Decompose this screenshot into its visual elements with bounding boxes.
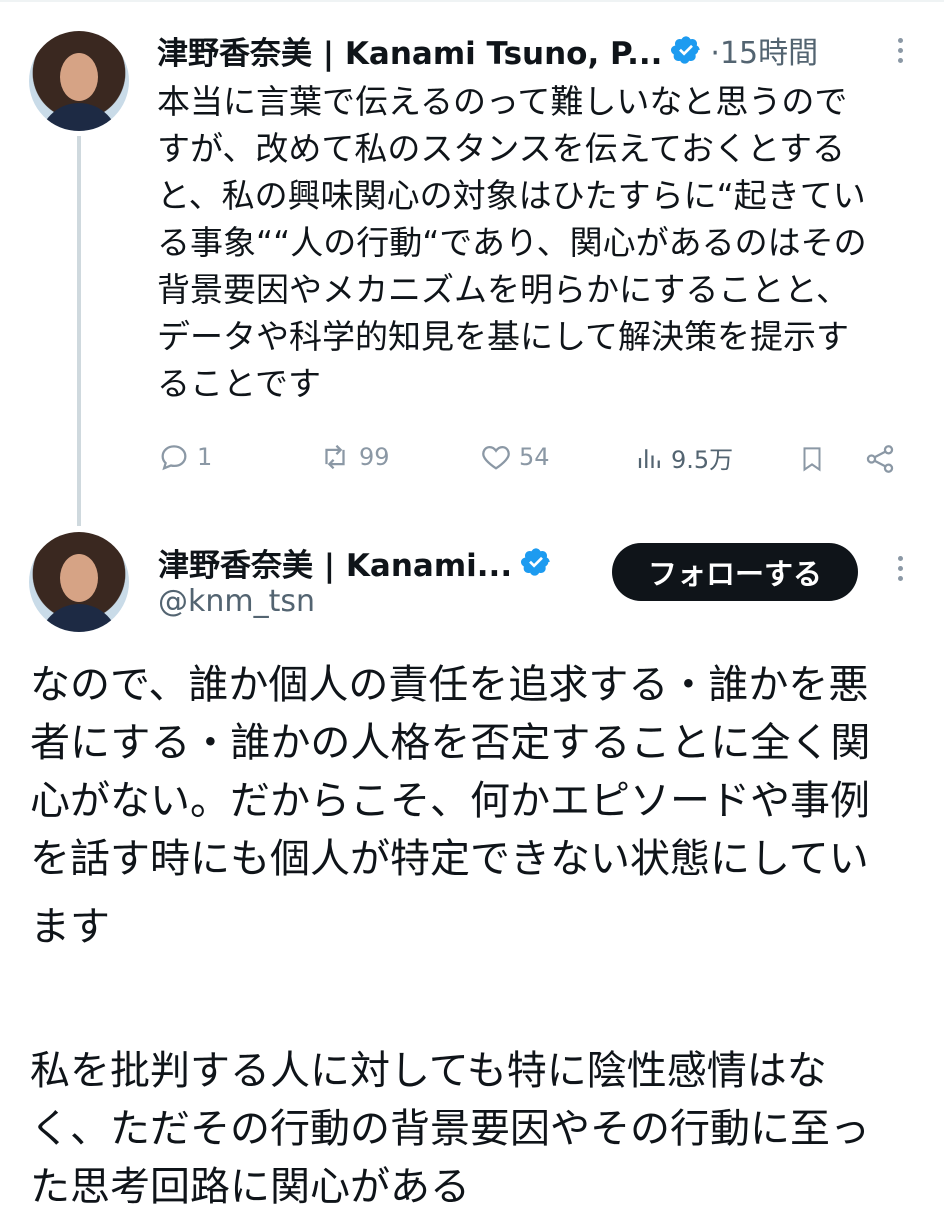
retweet-icon	[325, 444, 345, 470]
avatar[interactable]	[29, 31, 129, 131]
views-count: 9.5万	[671, 446, 734, 474]
views-button[interactable]: 9.5万	[635, 440, 733, 475]
reply-count: 1	[197, 443, 213, 471]
verified-badge-icon	[521, 548, 550, 576]
bookmark-icon[interactable]	[797, 442, 827, 482]
avatar[interactable]	[29, 532, 129, 632]
text-line: る事象““人の行動“であり、関心があるのはその	[157, 223, 867, 262]
text-line: く、ただその行動の背景要因やその行動に至っ	[30, 1106, 870, 1152]
text-line	[30, 964, 930, 1022]
heart-icon	[482, 445, 510, 470]
tweet-text: なので、誰か個人の責任を追求する・誰かを悪 者にする・誰かの人格を否定することに…	[30, 656, 930, 1216]
like-count: 54	[519, 443, 550, 471]
text-line: を話す時にも個人が特定できない状態にしてい	[30, 836, 869, 882]
author-name[interactable]: 津野香奈美 | Kanami Tsuno, P...	[157, 28, 662, 73]
text-line: ます	[30, 904, 110, 950]
post-time[interactable]: ·15時間	[710, 28, 818, 72]
share-icon[interactable]	[863, 442, 897, 482]
text-line: 背景要因やメカニズムを明らかにすることと、	[157, 270, 850, 309]
reply-icon	[161, 445, 187, 471]
more-options-icon[interactable]	[893, 556, 907, 581]
text-line: データや科学的知見を基にして解決策を提示す	[157, 317, 850, 356]
action-bar: 1 99 54 9.5万	[157, 440, 907, 480]
text-line: 者にする・誰かの人格を否定することに全く関	[30, 720, 871, 766]
text-line: すが、改めて私のスタンスを伝えておくとする	[157, 129, 846, 168]
retweet-button[interactable]: 99	[317, 440, 390, 474]
text-line: 私を批判する人に対しても特に陰性感情はな	[30, 1048, 827, 1094]
author-name[interactable]: 津野香奈美 | Kanami...	[158, 540, 512, 585]
like-button[interactable]: 54	[479, 440, 550, 474]
text-line: なので、誰か個人の責任を追求する・誰かを悪	[30, 662, 869, 708]
tweet-text: 本当に言葉で伝えるのって難しいなと思うので すが、改めて私のスタンスを伝えておく…	[157, 78, 917, 407]
text-line: 本当に言葉で伝えるのって難しいなと思うので	[157, 82, 848, 121]
retweet-count: 99	[359, 443, 390, 471]
more-options-icon[interactable]	[893, 38, 907, 63]
text-line: 心がない。だからこそ、何かエピソードや事例	[30, 778, 870, 824]
follow-button[interactable]: フォローする	[612, 543, 858, 601]
text-line: と、私の興味関心の対象はひたすらに“起きてい	[157, 176, 866, 215]
thread-connector-line	[77, 136, 81, 526]
text-line: た思考回路に関心がある	[30, 1164, 470, 1210]
verified-badge-icon	[671, 36, 701, 64]
reply-button[interactable]: 1	[157, 440, 212, 474]
views-chart-icon	[638, 448, 660, 468]
author-handle[interactable]: @knm_tsn	[158, 584, 315, 619]
text-line: ることです	[157, 364, 322, 403]
top-divider	[0, 0, 944, 2]
